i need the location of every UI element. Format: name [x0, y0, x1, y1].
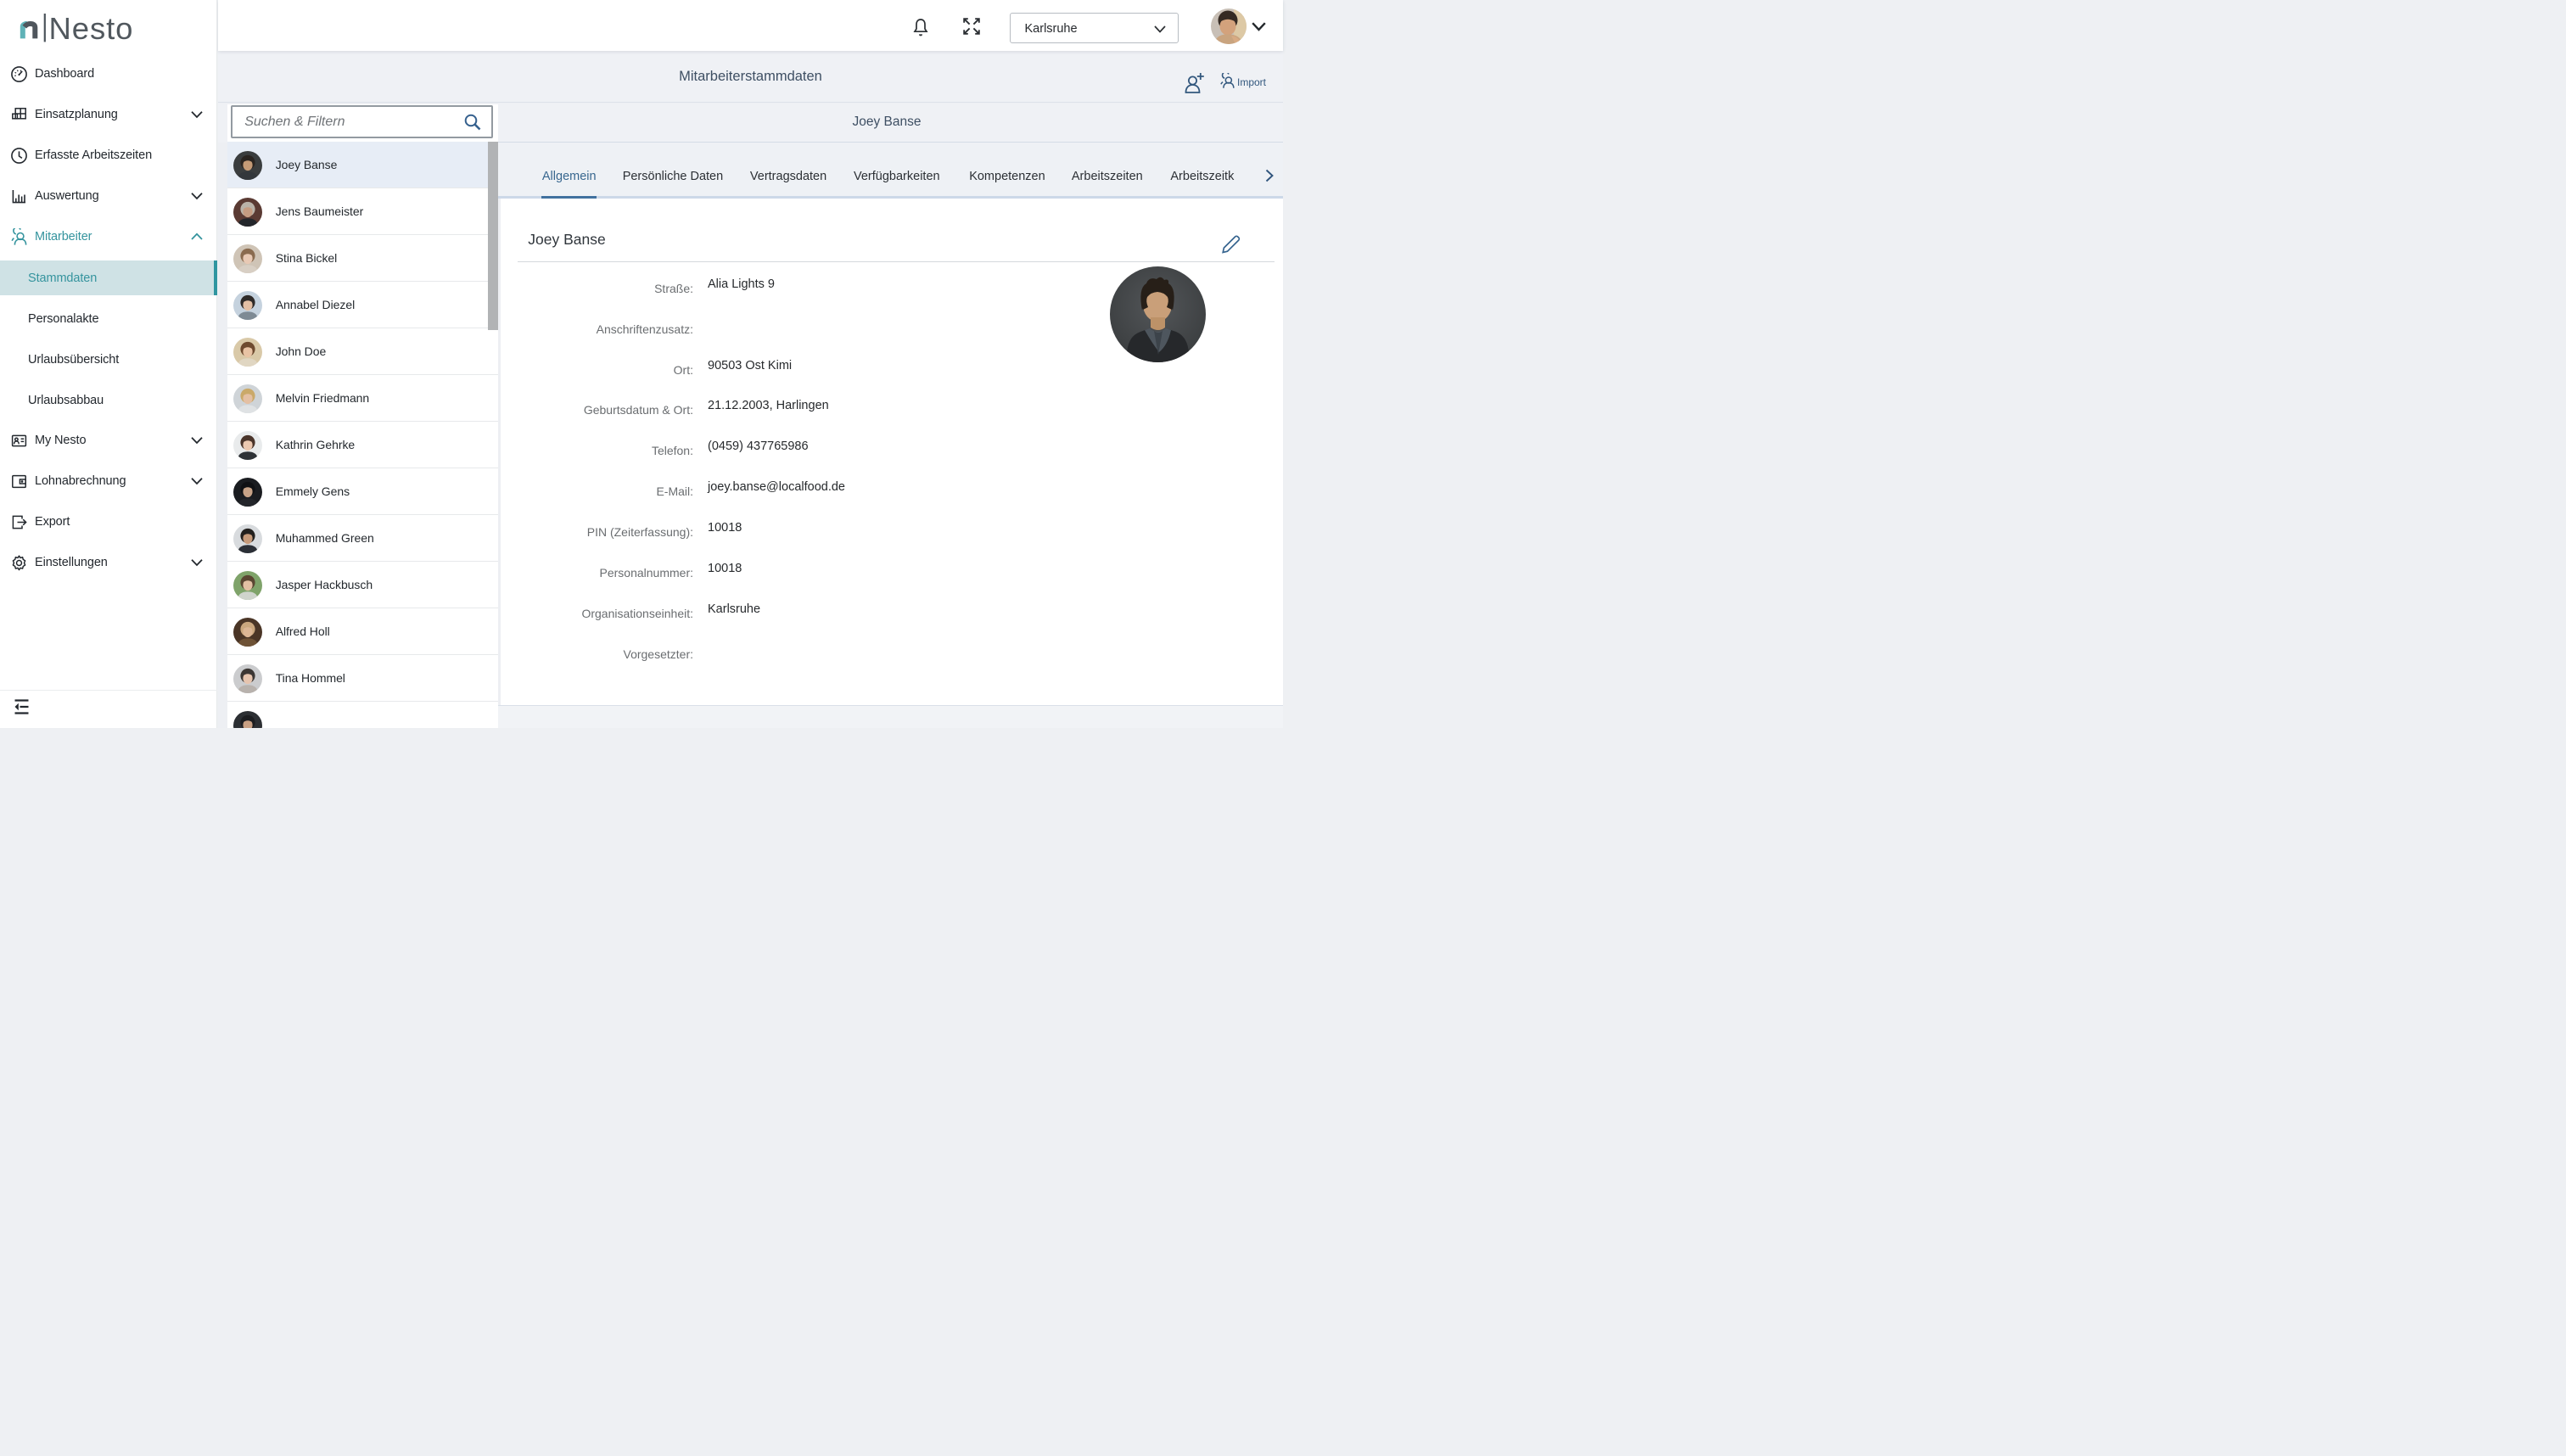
svg-text:Nesto: Nesto: [49, 12, 134, 46]
